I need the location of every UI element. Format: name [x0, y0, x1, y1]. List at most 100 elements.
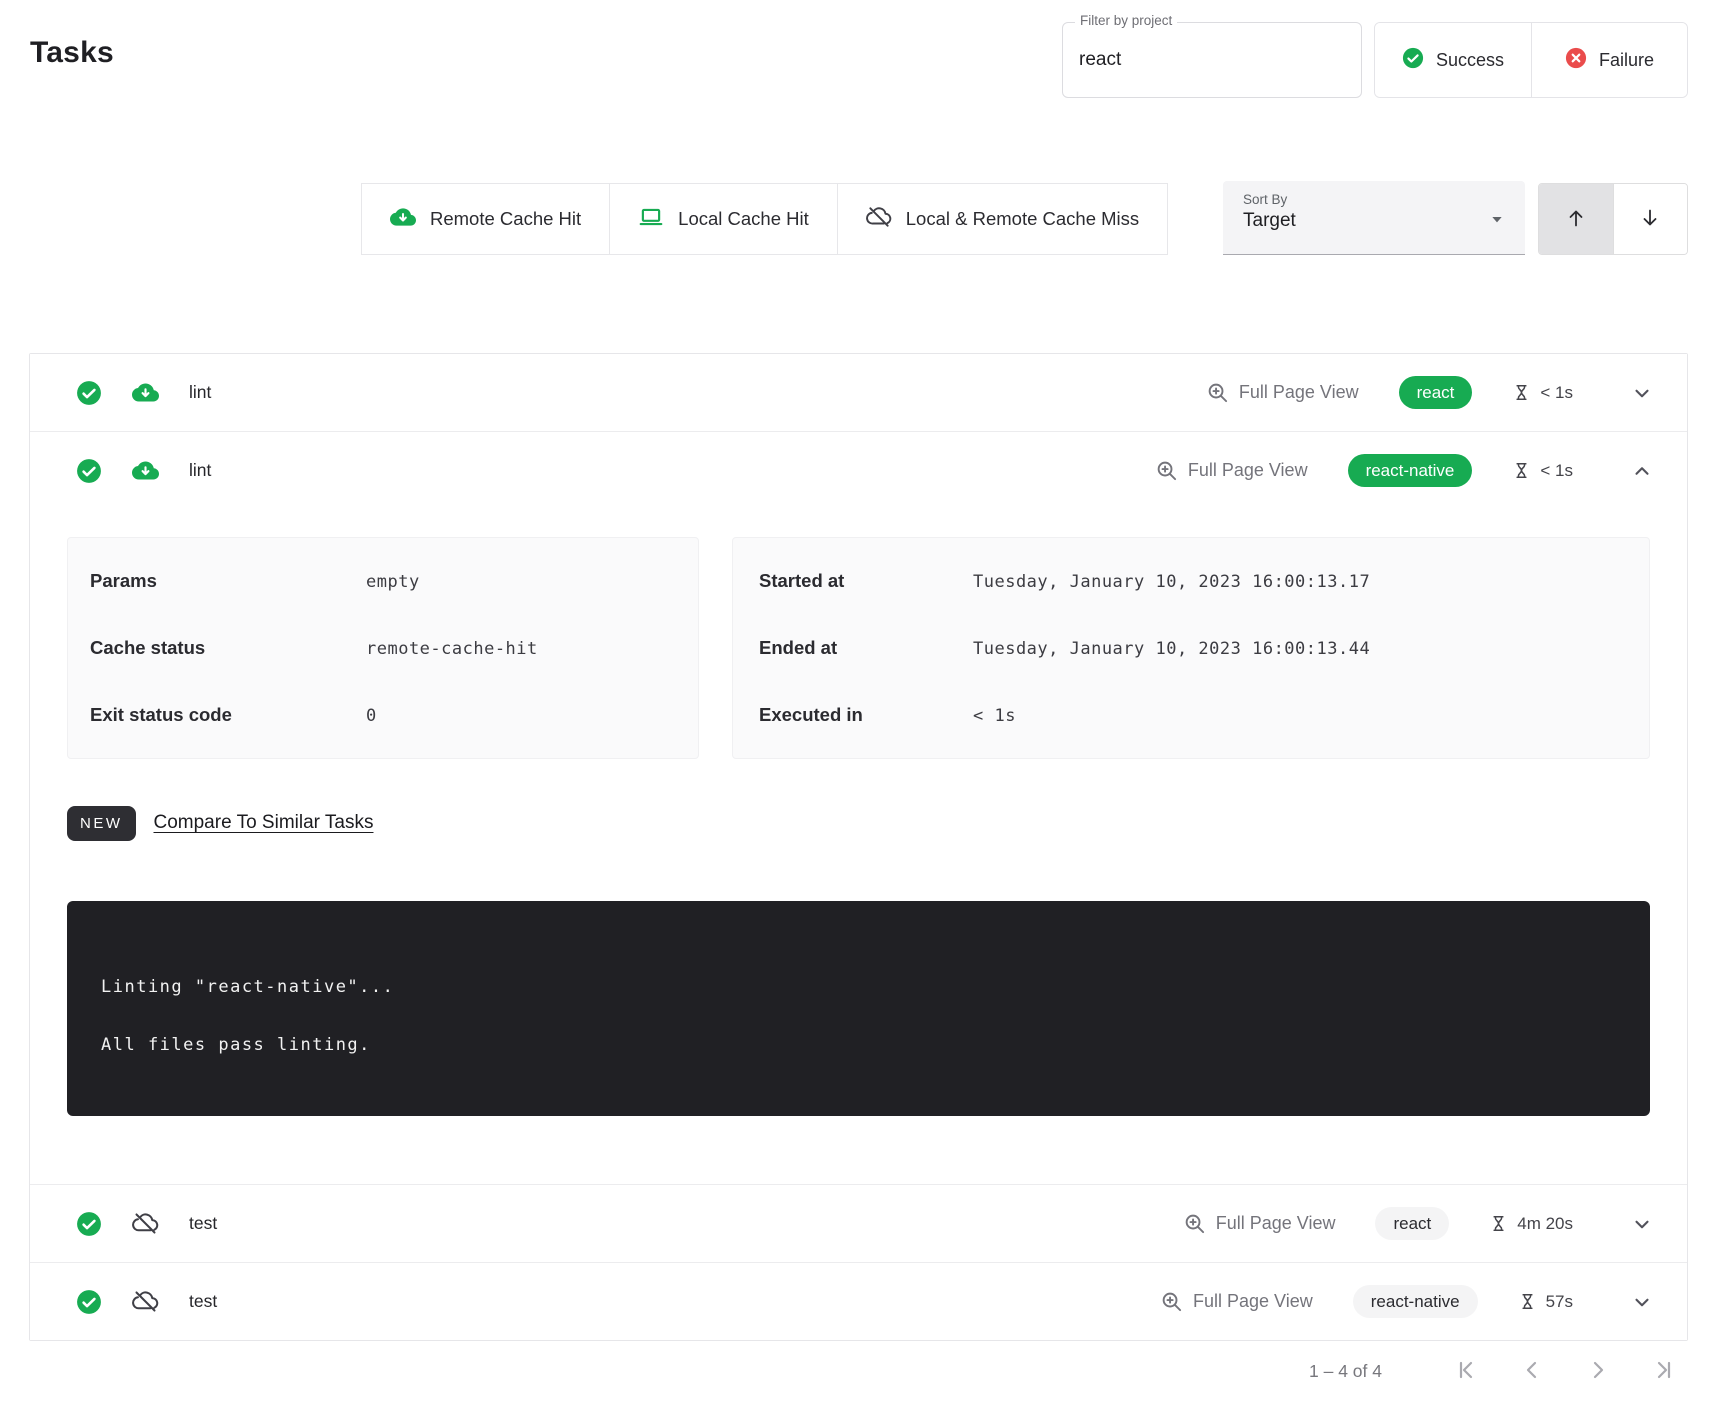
chevron-down-icon[interactable]	[1631, 1291, 1653, 1313]
cache-miss-filter-button[interactable]: Local & Remote Cache Miss	[837, 184, 1167, 254]
remote-cache-hit-label: Remote Cache Hit	[430, 208, 581, 230]
last-page-icon	[1652, 1358, 1676, 1385]
check-circle-icon	[1402, 47, 1424, 74]
check-circle-icon	[76, 1289, 102, 1315]
failure-filter-button[interactable]: Failure	[1531, 23, 1687, 97]
sort-ascending-button[interactable]	[1539, 184, 1613, 254]
cloud-download-icon	[390, 204, 416, 235]
cache-filter-group: Remote Cache Hit Local Cache Hit Local &…	[361, 183, 1168, 255]
hourglass-icon	[1512, 460, 1531, 481]
sort-direction-group	[1538, 183, 1688, 255]
hourglass-icon	[1518, 1291, 1537, 1312]
chevron-down-icon[interactable]	[1631, 382, 1653, 404]
project-badge[interactable]: react	[1375, 1207, 1449, 1240]
duration-text: < 1s	[1540, 383, 1573, 403]
sort-descending-button[interactable]	[1613, 184, 1688, 254]
first-page-icon	[1454, 1358, 1478, 1385]
status-filter-group: Success Failure	[1374, 22, 1688, 98]
zoom-in-icon	[1183, 1212, 1206, 1235]
task-duration: < 1s	[1512, 382, 1573, 403]
task-name: lint	[189, 460, 211, 481]
zoom-in-icon	[1206, 381, 1229, 404]
task-row-lint-react[interactable]: lint Full Page View react < 1s	[30, 354, 1687, 431]
cache-status-value: remote-cache-hit	[366, 639, 538, 659]
task-row-test-react-native[interactable]: test Full Page View react-native 57s	[30, 1263, 1687, 1340]
task-details: Params empty Cache status remote-cache-h…	[30, 509, 1687, 1184]
success-filter-button[interactable]: Success	[1375, 23, 1531, 97]
task-list: lint Full Page View react < 1s	[29, 353, 1688, 1341]
full-page-view-button[interactable]: Full Page View	[1155, 459, 1308, 482]
arrow-up-icon	[1564, 206, 1588, 233]
task-params-card: Params empty Cache status remote-cache-h…	[67, 537, 699, 759]
page-title: Tasks	[30, 36, 114, 70]
first-page-button[interactable]	[1454, 1358, 1478, 1385]
task-row-group: lint Full Page View react < 1s	[30, 354, 1687, 431]
chevron-left-icon	[1520, 1358, 1544, 1385]
cloud-off-icon	[866, 204, 892, 235]
remote-cache-hit-filter-button[interactable]: Remote Cache Hit	[362, 184, 609, 254]
terminal-output: Linting "react-native"... All files pass…	[67, 901, 1650, 1116]
task-timing-card: Started at Tuesday, January 10, 2023 16:…	[732, 537, 1650, 759]
laptop-icon	[638, 204, 664, 235]
project-badge[interactable]: react-native	[1348, 454, 1473, 487]
task-name: test	[189, 1213, 217, 1234]
cache-miss-label: Local & Remote Cache Miss	[906, 208, 1139, 230]
full-page-view-label: Full Page View	[1216, 1213, 1336, 1234]
full-page-view-label: Full Page View	[1193, 1291, 1313, 1312]
project-filter-field[interactable]: Filter by project	[1062, 22, 1362, 98]
task-row-lint-react-native[interactable]: lint Full Page View react-native < 1s	[30, 432, 1687, 509]
executed-in-value: < 1s	[973, 706, 1016, 726]
last-page-button[interactable]	[1652, 1358, 1676, 1385]
task-name: test	[189, 1291, 217, 1312]
check-circle-icon	[76, 458, 102, 484]
project-filter-input[interactable]	[1063, 23, 1361, 97]
task-duration: 4m 20s	[1489, 1213, 1573, 1234]
chevron-right-icon	[1586, 1358, 1610, 1385]
task-row-group: lint Full Page View react-native < 1s	[30, 431, 1687, 1184]
full-page-view-button[interactable]: Full Page View	[1206, 381, 1359, 404]
full-page-view-button[interactable]: Full Page View	[1160, 1290, 1313, 1313]
project-badge[interactable]: react	[1399, 376, 1473, 409]
ended-at-label: Ended at	[759, 637, 973, 659]
exit-status-code-label: Exit status code	[90, 704, 366, 726]
compare-to-similar-tasks-link[interactable]: Compare To Similar Tasks	[154, 812, 374, 834]
cloud-download-icon	[132, 379, 159, 406]
hourglass-icon	[1489, 1213, 1508, 1234]
terminal-line: All files pass linting.	[101, 1035, 1620, 1055]
task-duration: < 1s	[1512, 460, 1573, 481]
next-page-button[interactable]	[1586, 1358, 1610, 1385]
duration-text: 57s	[1546, 1292, 1573, 1312]
cloud-off-icon	[132, 1210, 159, 1237]
chevron-down-icon[interactable]	[1631, 1213, 1653, 1235]
zoom-in-icon	[1160, 1290, 1183, 1313]
task-row-group: test Full Page View react 4m 20s	[30, 1184, 1687, 1262]
local-cache-hit-filter-button[interactable]: Local Cache Hit	[609, 184, 837, 254]
new-badge: NEW	[67, 806, 136, 841]
cloud-download-icon	[132, 457, 159, 484]
task-row-group: test Full Page View react-native 57s	[30, 1262, 1687, 1340]
started-at-value: Tuesday, January 10, 2023 16:00:13.17	[973, 572, 1370, 592]
sort-by-value: Target	[1243, 210, 1507, 232]
local-cache-hit-label: Local Cache Hit	[678, 208, 809, 230]
task-duration: 57s	[1518, 1291, 1573, 1312]
page-range-label: 1 – 4 of 4	[1309, 1361, 1382, 1382]
chevron-down-icon	[1489, 211, 1505, 232]
full-page-view-button[interactable]: Full Page View	[1183, 1212, 1336, 1235]
started-at-label: Started at	[759, 570, 973, 592]
exit-status-code-value: 0	[366, 706, 377, 726]
sort-by-select[interactable]: Sort By Target	[1223, 181, 1525, 255]
chevron-up-icon[interactable]	[1631, 460, 1653, 482]
terminal-line: Linting "react-native"...	[101, 977, 1620, 997]
hourglass-icon	[1512, 382, 1531, 403]
project-badge[interactable]: react-native	[1353, 1285, 1478, 1318]
full-page-view-label: Full Page View	[1239, 382, 1359, 403]
cloud-off-icon	[132, 1288, 159, 1315]
params-value: empty	[366, 572, 420, 592]
project-filter-label: Filter by project	[1075, 13, 1177, 28]
previous-page-button[interactable]	[1520, 1358, 1544, 1385]
params-label: Params	[90, 570, 366, 592]
cache-status-label: Cache status	[90, 637, 366, 659]
sort-by-label: Sort By	[1243, 192, 1507, 207]
pagination: 1 – 4 of 4	[1309, 1358, 1676, 1385]
task-row-test-react[interactable]: test Full Page View react 4m 20s	[30, 1185, 1687, 1262]
